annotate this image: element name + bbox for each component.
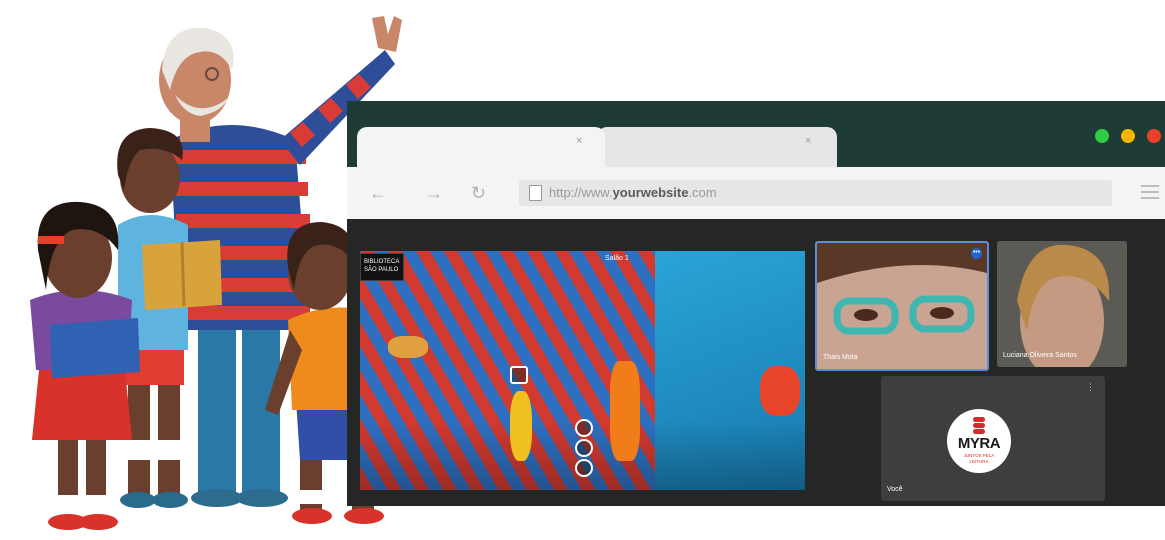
red-sculpture <box>760 366 800 416</box>
arrow-left-icon[interactable]: ← <box>369 183 387 203</box>
floor-object <box>388 336 428 358</box>
hamburger-menu-icon[interactable] <box>1141 185 1159 203</box>
participant-video <box>997 241 1127 367</box>
arrow-right-icon[interactable]: → <box>425 183 443 203</box>
minimize-button[interactable] <box>1095 129 1109 143</box>
browser-toolbar: ← → ↻ http://www.yourwebsite.com <box>347 167 1165 219</box>
participant-tile[interactable]: ••• Thais Mota <box>815 241 989 371</box>
browser-tab-active[interactable]: × <box>357 127 605 167</box>
tab-bar: × × <box>347 101 1165 167</box>
participant-name: Você <box>887 486 903 493</box>
yellow-sculpture <box>510 391 532 461</box>
window-controls <box>1095 129 1161 143</box>
settings-icon[interactable] <box>575 459 593 477</box>
participant-name: Luciana Oliveira Santos <box>1003 352 1077 359</box>
navigation-icon[interactable] <box>510 366 528 384</box>
browser-tab[interactable]: × <box>597 127 837 167</box>
maximize-button[interactable] <box>1121 129 1135 143</box>
more-options-icon[interactable]: ••• <box>971 248 982 259</box>
browser-window: × × ← → ↻ http://www.yourwebsite.com BIB… <box>347 101 1165 506</box>
more-options-icon[interactable]: ⋮ <box>1086 382 1095 393</box>
globe-icon[interactable] <box>575 439 593 457</box>
logo-name: MYRA <box>957 435 1001 452</box>
page-icon <box>529 185 542 201</box>
close-tab-icon[interactable]: × <box>805 136 811 147</box>
participant-video <box>817 243 987 369</box>
shared-screen[interactable] <box>360 251 805 490</box>
close-window-button[interactable] <box>1147 129 1161 143</box>
logo-tagline: JUNTOS PELA LEITURA <box>963 453 995 464</box>
video-call-area: BIBLIOTECA SÃO PAULO Salão 1 ••• Thais M… <box>347 219 1165 506</box>
url-text: http://www.yourwebsite.com <box>549 185 717 200</box>
close-tab-icon[interactable]: × <box>576 136 582 147</box>
library-badge: BIBLIOTECA SÃO PAULO <box>360 253 404 281</box>
location-tag: Salão 1 <box>605 255 629 262</box>
orange-sculpture <box>610 361 640 461</box>
myra-mark-icon <box>972 416 986 434</box>
participant-tile[interactable]: Luciana Oliveira Santos <box>997 241 1127 367</box>
address-bar[interactable]: http://www.yourwebsite.com <box>519 180 1112 206</box>
control-icon[interactable] <box>575 419 593 437</box>
participant-name: Thais Mota <box>823 354 858 361</box>
reload-icon[interactable]: ↻ <box>471 183 486 203</box>
myra-logo: MYRA JUNTOS PELA LEITURA <box>947 409 1011 473</box>
self-view-tile[interactable]: ⋮ MYRA JUNTOS PELA LEITURA Você <box>881 376 1105 501</box>
